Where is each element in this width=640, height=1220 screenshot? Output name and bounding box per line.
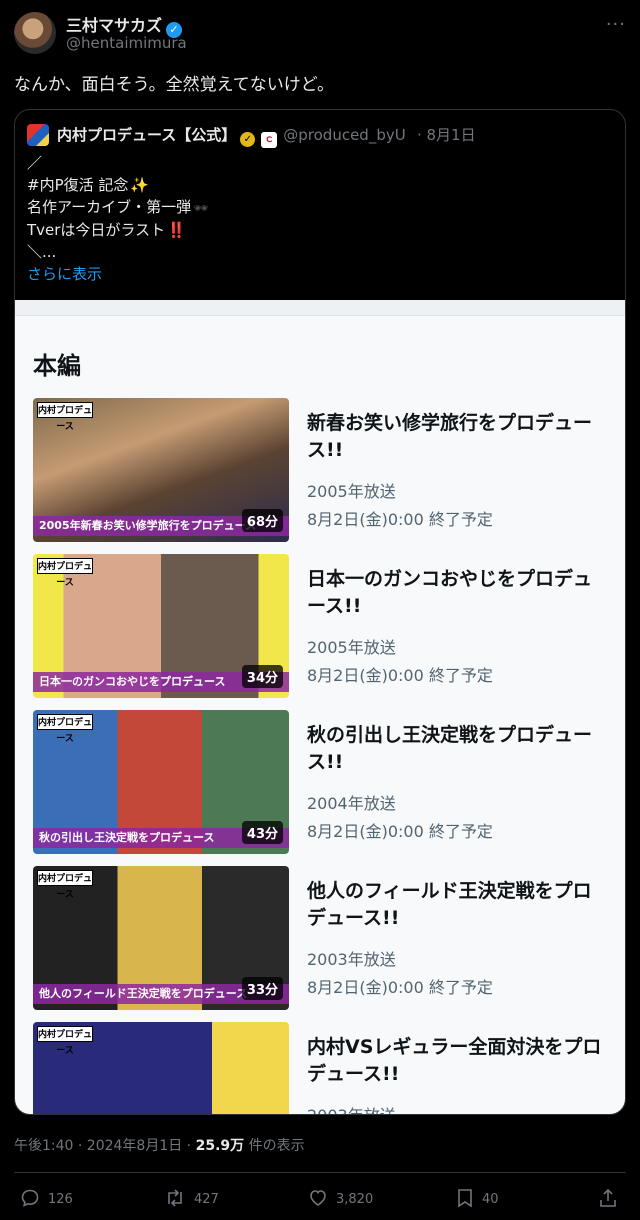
episode-year: 2004年放送 [307,794,396,813]
quoted-avatar [27,124,49,146]
repost-count: 427 [194,1192,219,1207]
episode-title[interactable]: 内村VSレギュラー全面対決をプロデュース!! [307,1034,607,1088]
double-exclamation-icon: ‼️ [167,221,186,239]
episode-year: 2003年放送 [307,950,396,969]
duration-badge: 43分 [241,821,283,844]
action-bar: 126 427 3,820 40 [14,1184,626,1214]
episode-title[interactable]: 他人のフィールド王決定戦をプロデュース!! [307,878,607,932]
episode-thumbnail[interactable]: 内村プロデュース 2005年新春お笑い修学旅行をプロデュース 68分 [33,398,289,542]
program-logo: 内村プロデュース [37,714,93,744]
repost-button[interactable]: 427 [164,1188,219,1208]
program-logo: 内村プロデュース [37,402,93,432]
sunglasses-icon: 🕶 [193,201,209,215]
author-name-text[interactable]: 三村マサカズ [66,16,162,35]
quoted-tweet[interactable]: 内村プロデュース【公式】 ✓ ｃ @produced_byU · 8月1日 ／ #内P… [14,109,626,1115]
section-title: 本編 [33,352,81,380]
quoted-author-name: 内村プロデュース【公式】 [57,126,237,144]
episode-thumbnail[interactable]: 内村プロデュース 秋の引出し王決定戦をプロデュース 43分 [33,710,289,854]
episode-title[interactable]: 秋の引出し王決定戦をプロデュース!! [307,722,607,776]
tweet-meta: 午後1:40 · 2024年8月1日 · 25.9万 件の表示 [14,1135,305,1155]
episode-year: 2005年放送 [307,638,396,657]
duration-badge: 33分 [241,977,283,1000]
quoted-line: #内P復活 記念 [27,176,129,194]
avatar[interactable] [14,12,56,54]
timestamp[interactable]: 午後1:40 · 2024年8月1日 · [14,1138,196,1154]
card-top-strip [15,300,625,316]
repost-icon [168,1189,182,1207]
divider [14,1172,626,1173]
show-more-link[interactable]: さらに表示 [27,263,208,285]
episode-end: 8月2日(金)0:00 終了予定 [307,666,493,685]
share-button[interactable] [598,1188,626,1208]
bookmark-count: 40 [482,1192,499,1207]
bookmark-icon [458,1189,472,1208]
program-logo: 内村プロデュース [37,870,93,900]
gold-verified-icon: ✓ [240,132,256,147]
episode-year: 2003年放送 [307,1102,396,1114]
reply-button[interactable]: 126 [20,1188,73,1208]
affiliate-badge-icon: ｃ [261,132,278,148]
like-icon [310,1190,326,1206]
view-count: 25.9万 [195,1138,245,1154]
episode-thumbnail[interactable]: 内村プロデュース 日本一のガンコおやじをプロデュース 34分 [33,554,289,698]
views-label: 件の表示 [244,1138,305,1154]
quoted-body: ／ #内P復活 記念 ✨ 名作アーカイブ・第一弾 🕶 Tverは今日がラスト ‼️ ＼… [27,152,208,285]
episode-end: 8月2日(金)0:00 終了予定 [307,978,493,997]
quoted-line: Tverは今日がラスト [27,221,166,239]
duration-badge: 34分 [241,665,283,688]
episode-thumbnail[interactable]: 内村プロデュース 他人のフィールド王決定戦をプロデュース 33分 [33,866,289,1010]
episode-item[interactable]: 内村プロデュース 他人のフィールド王決定戦をプロデュース 33分 他人のフィール… [33,866,613,1010]
like-button[interactable]: 3,820 [308,1188,373,1208]
episode-item[interactable]: 内村プロデュース 内村VSレギュラー全面対決をプロデュース!! 2003年放送 [33,1022,613,1114]
episode-end: 8月2日(金)0:00 終了予定 [307,510,493,529]
episode-item[interactable]: 内村プロデュース 2005年新春お笑い修学旅行をプロデュース 68分 新春お笑い… [33,398,613,542]
episode-item[interactable]: 内村プロデュース 秋の引出し王決定戦をプロデュース 43分 秋の引出し王決定戦を… [33,710,613,854]
quoted-handle: @produced_byU [283,126,406,144]
episode-thumbnail[interactable]: 内村プロデュース [33,1022,289,1114]
media-card[interactable]: 本編 内村プロデュース 2005年新春お笑い修学旅行をプロデュース 68分 新春… [15,300,625,1114]
quoted-line: ／ [27,154,43,172]
quoted-line: ＼... [27,243,57,261]
quoted-tweet-header: 内村プロデュース【公式】 ✓ ｃ @produced_byU · 8月1日 [27,124,617,148]
episode-item[interactable]: 内村プロデュース 日本一のガンコおやじをプロデュース 34分 日本一のガンコおや… [33,554,613,698]
tweet-text: なんか、面白そう。全然覚えてないけど。 [14,75,334,95]
reply-icon [21,1189,39,1207]
share-icon [600,1188,616,1207]
more-icon[interactable]: ··· [606,14,626,35]
episode-title[interactable]: 日本一のガンコおやじをプロデュース!! [307,566,607,620]
episode-title[interactable]: 新春お笑い修学旅行をプロデュース!! [307,410,607,464]
episode-end: 8月2日(金)0:00 終了予定 [307,822,493,841]
tweet-header: 三村マサカズ ✓ @hentaimimura ··· [14,12,626,56]
quoted-date: · 8月1日 [416,126,476,144]
episode-year: 2005年放送 [307,482,396,501]
quoted-line: 名作アーカイブ・第一弾 [27,198,192,216]
bookmark-button[interactable]: 40 [456,1188,499,1208]
sparkle-icon: ✨ [130,176,150,194]
reply-count: 126 [48,1192,73,1207]
author-handle[interactable]: @hentaimimura [66,34,187,52]
program-logo: 内村プロデュース [37,558,93,588]
duration-badge: 68分 [241,509,283,532]
program-logo: 内村プロデュース [37,1026,93,1056]
like-count: 3,820 [336,1192,374,1207]
